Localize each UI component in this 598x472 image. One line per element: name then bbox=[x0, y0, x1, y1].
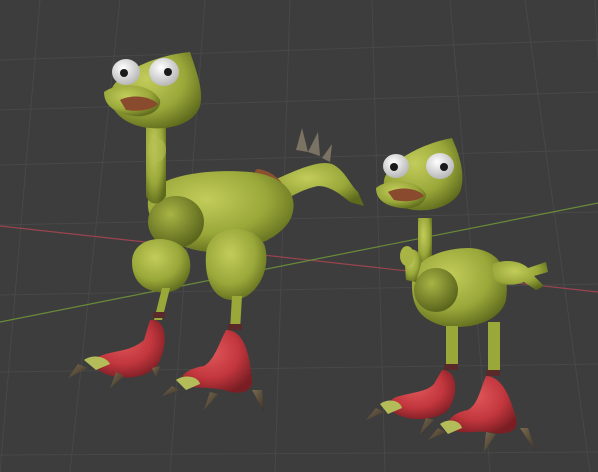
eye-right bbox=[426, 153, 454, 179]
viewport-canvas[interactable] bbox=[0, 0, 598, 472]
3d-viewport[interactable] bbox=[0, 0, 598, 472]
